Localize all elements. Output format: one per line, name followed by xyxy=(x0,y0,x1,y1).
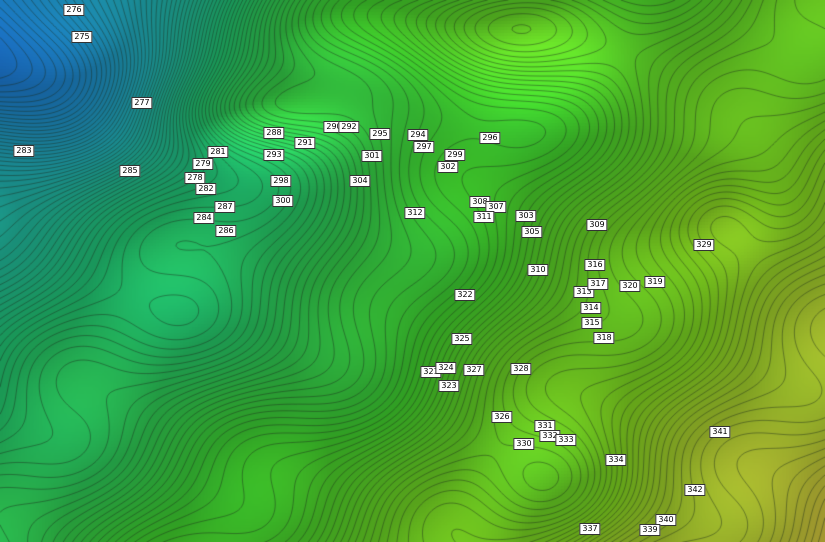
elevation-label: 299 xyxy=(444,149,466,161)
elevation-label: 295 xyxy=(369,128,391,140)
elevation-label: 310 xyxy=(527,264,549,276)
elevation-label: 320 xyxy=(619,280,641,292)
elevation-label: 284 xyxy=(193,212,215,224)
elevation-label: 319 xyxy=(644,276,666,288)
elevation-label: 281 xyxy=(207,146,229,158)
elevation-label: 311 xyxy=(473,211,495,223)
elevation-label: 337 xyxy=(579,523,601,535)
elevation-label: 305 xyxy=(521,226,543,238)
elevation-label: 287 xyxy=(214,201,236,213)
elevation-label: 339 xyxy=(639,524,661,536)
elevation-label: 304 xyxy=(349,175,371,187)
elevation-label: 315 xyxy=(581,317,603,329)
elevation-label: 291 xyxy=(294,137,316,149)
elevation-label: 276 xyxy=(63,4,85,16)
elevation-label: 303 xyxy=(515,210,537,222)
elevation-label: 288 xyxy=(263,127,285,139)
elevation-label: 285 xyxy=(119,165,141,177)
elevation-label: 328 xyxy=(510,363,532,375)
elevation-label: 309 xyxy=(586,219,608,231)
elevation-label: 325 xyxy=(451,333,473,345)
elevation-labels: 276 275 277 283 285 279 281 278 282 287 284 286 288 2… xyxy=(0,0,825,542)
elevation-label: 326 xyxy=(491,411,513,423)
elevation-label: 302 xyxy=(437,161,459,173)
elevation-label: 314 xyxy=(580,302,602,314)
topographic-map[interactable]: 276 275 277 283 285 279 281 278 282 287 284 286 288 2… xyxy=(0,0,825,542)
elevation-label: 330 xyxy=(513,438,535,450)
elevation-label: 333 xyxy=(555,434,577,446)
elevation-label: 297 xyxy=(413,141,435,153)
elevation-label: 294 xyxy=(407,129,429,141)
elevation-label: 282 xyxy=(195,183,217,195)
elevation-label: 334 xyxy=(605,454,627,466)
elevation-label: 329 xyxy=(693,239,715,251)
elevation-label: 327 xyxy=(463,364,485,376)
elevation-label: 279 xyxy=(192,158,214,170)
elevation-label: 322 xyxy=(454,289,476,301)
elevation-label: 342 xyxy=(684,484,706,496)
elevation-label: 323 xyxy=(438,380,460,392)
elevation-label: 318 xyxy=(593,332,615,344)
elevation-label: 286 xyxy=(215,225,237,237)
elevation-label: 283 xyxy=(13,145,35,157)
elevation-label: 277 xyxy=(131,97,153,109)
elevation-label: 275 xyxy=(71,31,93,43)
elevation-label: 317 xyxy=(587,278,609,290)
elevation-label: 301 xyxy=(361,150,383,162)
elevation-label: 316 xyxy=(584,259,606,271)
elevation-label: 292 xyxy=(338,121,360,133)
elevation-label: 300 xyxy=(272,195,294,207)
elevation-label: 293 xyxy=(263,149,285,161)
elevation-label: 341 xyxy=(709,426,731,438)
elevation-label: 298 xyxy=(270,175,292,187)
elevation-label: 324 xyxy=(435,362,457,374)
elevation-label: 312 xyxy=(404,207,426,219)
elevation-label: 296 xyxy=(479,132,501,144)
